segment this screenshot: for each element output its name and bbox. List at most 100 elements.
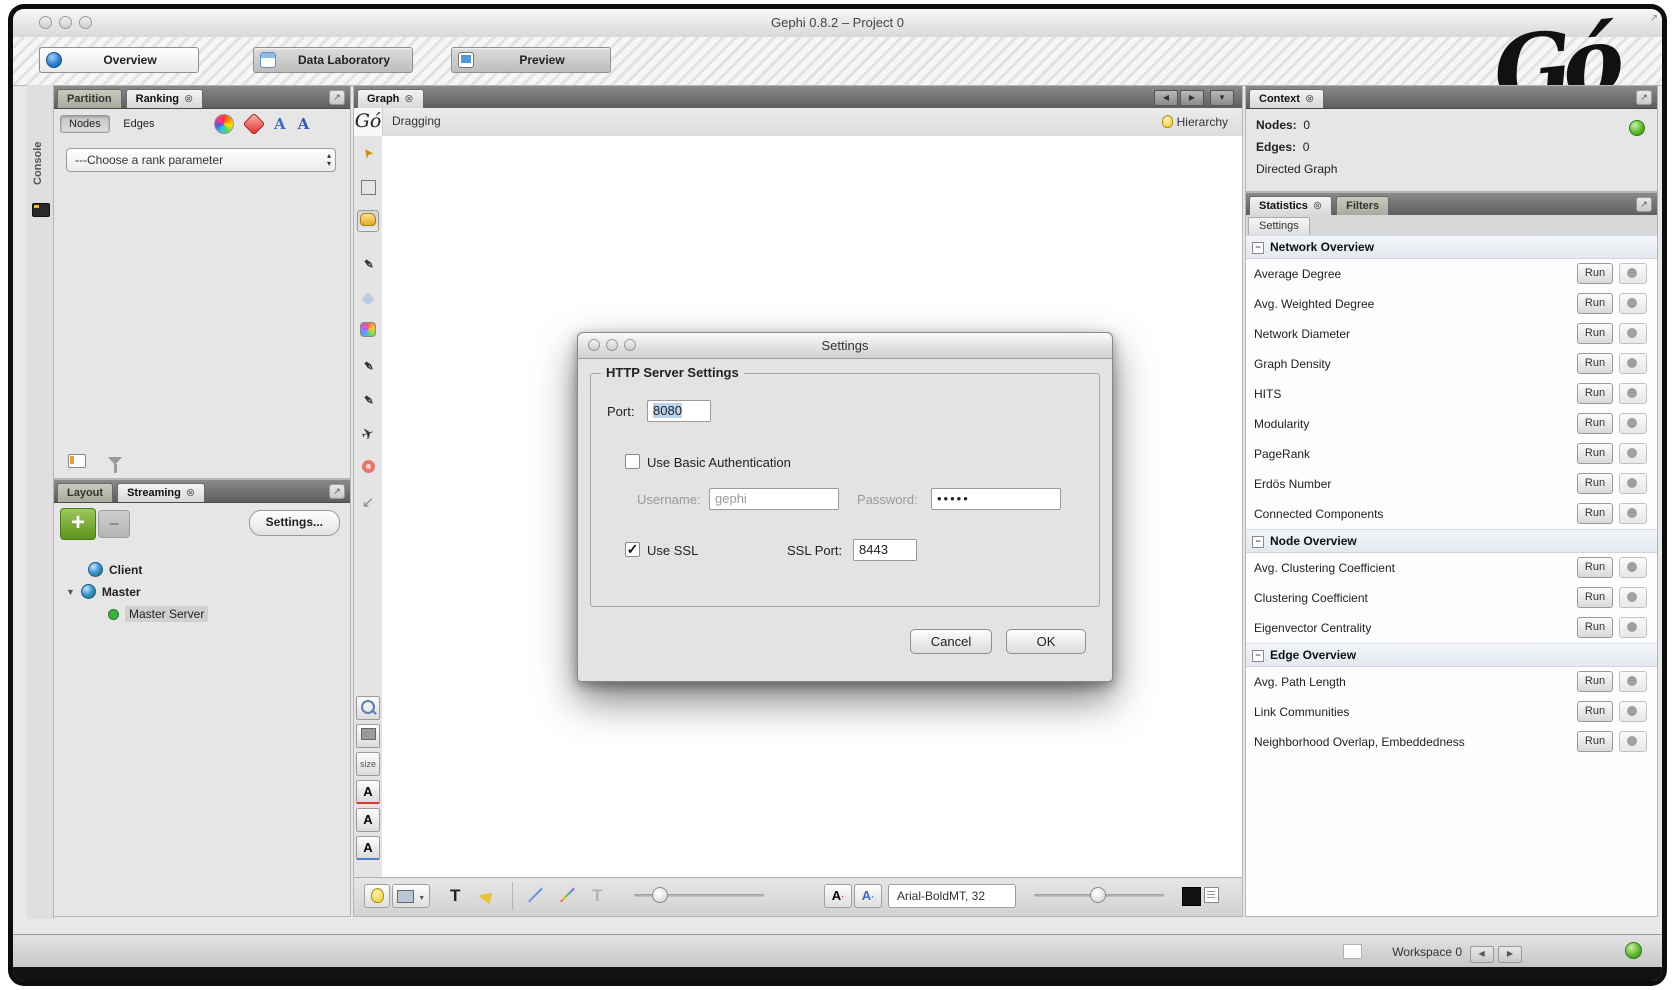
tab-layout[interactable]: Layout: [57, 483, 113, 502]
run-button[interactable]: Run: [1577, 701, 1613, 722]
subtab-settings[interactable]: Settings: [1248, 217, 1310, 236]
color-wheel-icon[interactable]: [214, 114, 234, 134]
reset-label-visible-button[interactable]: A: [356, 836, 380, 860]
rank-parameter-dropdown[interactable]: ---Choose a rank parameter ▴▾: [66, 148, 336, 172]
network-status-icon[interactable]: [1625, 942, 1642, 959]
edge-rainbow-color-button[interactable]: [558, 884, 573, 904]
node-pencil-icon[interactable]: ✒: [352, 351, 383, 382]
result-table-icon[interactable]: [68, 454, 86, 468]
stat-section-header[interactable]: −Node Overview: [1246, 529, 1657, 553]
port-input[interactable]: 8080: [647, 400, 711, 422]
background-color-button[interactable]: [364, 884, 390, 908]
shortest-path-plane-icon[interactable]: ✈: [354, 421, 382, 449]
tab-statistics[interactable]: Statistics⊗: [1249, 196, 1332, 215]
stat-section-header[interactable]: −Edge Overview: [1246, 643, 1657, 667]
hierarchy-toggle[interactable]: Hierarchy: [1162, 113, 1228, 129]
sizer-diamond-icon[interactable]: ◆: [357, 288, 379, 310]
float-window-icon[interactable]: ↗: [329, 484, 345, 499]
heatmap-tool-icon[interactable]: [357, 458, 379, 480]
tab-partition[interactable]: Partition: [57, 89, 122, 108]
close-icon[interactable]: ⊗: [184, 93, 193, 105]
center-graph-dropdown[interactable]: ▼: [392, 884, 430, 908]
username-input[interactable]: gephi: [709, 488, 839, 510]
tab-context[interactable]: Context⊗: [1249, 89, 1324, 108]
run-button[interactable]: Run: [1577, 557, 1613, 578]
run-button[interactable]: Run: [1577, 473, 1613, 494]
report-button[interactable]: [1619, 587, 1647, 608]
run-button[interactable]: Run: [1577, 353, 1613, 374]
stream-settings-button[interactable]: Settings...: [249, 510, 340, 536]
show-edge-labels-toggle[interactable]: T: [592, 886, 602, 906]
report-button[interactable]: [1619, 473, 1647, 494]
preview-button[interactable]: Preview: [451, 47, 611, 73]
report-button[interactable]: [1619, 617, 1647, 638]
nodes-button[interactable]: Nodes: [60, 115, 110, 133]
use-ssl-checkbox[interactable]: ✓: [625, 542, 640, 557]
slider-knob[interactable]: [652, 887, 668, 903]
label-size-a-icon[interactable]: A: [274, 115, 286, 133]
edit-tool-icon[interactable]: ↙: [357, 492, 379, 514]
report-button[interactable]: [1619, 443, 1647, 464]
password-input[interactable]: •••••: [931, 488, 1061, 510]
reset-size-button[interactable]: size: [356, 752, 380, 776]
tab-ranking[interactable]: Ranking⊗: [126, 89, 204, 108]
label-size-slider[interactable]: [1034, 894, 1164, 897]
run-button[interactable]: Run: [1577, 671, 1613, 692]
edge-pencil-icon[interactable]: ✒: [352, 385, 383, 416]
painter-tool-icon[interactable]: ✒: [352, 249, 383, 280]
console-tab[interactable]: Console: [32, 125, 44, 185]
remove-stream-button[interactable]: –: [98, 510, 130, 538]
slider-knob[interactable]: [1090, 887, 1106, 903]
collapse-icon[interactable]: −: [1252, 242, 1264, 254]
report-button[interactable]: [1619, 503, 1647, 524]
report-button[interactable]: [1619, 383, 1647, 404]
run-button[interactable]: Run: [1577, 731, 1613, 752]
edge-weight-slider[interactable]: [634, 894, 764, 897]
workspace-next-button[interactable]: ▶: [1498, 946, 1522, 963]
run-button[interactable]: Run: [1577, 617, 1613, 638]
label-color-swatch[interactable]: [1182, 887, 1201, 906]
show-node-labels-toggle[interactable]: T: [450, 886, 460, 906]
console-window-icon[interactable]: [32, 203, 50, 217]
drag-tool-button[interactable]: [357, 210, 379, 232]
run-button[interactable]: Run: [1577, 263, 1613, 284]
collapse-icon[interactable]: −: [1252, 536, 1264, 548]
show-edges-toggle[interactable]: [478, 888, 491, 906]
tab-graph[interactable]: Graph⊗: [357, 89, 424, 108]
run-button[interactable]: Run: [1577, 413, 1613, 434]
close-icon[interactable]: ⊗: [186, 487, 195, 499]
add-stream-button[interactable]: +: [60, 508, 96, 540]
close-icon[interactable]: ⊗: [1305, 93, 1314, 105]
dialog-title-bar[interactable]: Settings: [578, 333, 1112, 359]
workspace-prev-button[interactable]: ◀: [1470, 946, 1494, 963]
report-button[interactable]: [1619, 323, 1647, 344]
run-button[interactable]: Run: [1577, 293, 1613, 314]
run-button[interactable]: Run: [1577, 503, 1613, 524]
label-color-a-icon[interactable]: A: [298, 115, 310, 133]
reset-zoom-button[interactable]: [356, 696, 380, 720]
report-button[interactable]: [1619, 263, 1647, 284]
run-button[interactable]: Run: [1577, 323, 1613, 344]
edge-color-mode-button[interactable]: [526, 884, 541, 904]
tab-streaming[interactable]: Streaming⊗: [117, 483, 205, 502]
run-button[interactable]: Run: [1577, 443, 1613, 464]
float-window-icon[interactable]: ↗: [1636, 90, 1652, 105]
label-attributes-button[interactable]: [1204, 885, 1219, 906]
window-resize-icon[interactable]: ↗: [1650, 13, 1658, 24]
report-button[interactable]: [1619, 671, 1647, 692]
float-window-icon[interactable]: ↗: [1636, 197, 1652, 212]
font-selector[interactable]: Arial-BoldMT, 32: [888, 884, 1016, 908]
report-button[interactable]: [1619, 293, 1647, 314]
reset-label-colors-button[interactable]: A: [356, 780, 380, 804]
node-label-size-button[interactable]: A·: [824, 884, 852, 908]
float-window-icon[interactable]: ↗: [329, 90, 345, 105]
title-bar[interactable]: Gephi 0.8.2 – Project 0: [13, 9, 1662, 38]
tabs-scroll-right-button[interactable]: ▶: [1180, 90, 1204, 106]
close-icon[interactable]: ⊗: [1313, 200, 1322, 212]
tree-item-master[interactable]: ▼ Master: [66, 584, 141, 599]
stat-section-header[interactable]: −Network Overview: [1246, 235, 1657, 259]
report-button[interactable]: [1619, 557, 1647, 578]
run-button[interactable]: Run: [1577, 383, 1613, 404]
tree-item-client[interactable]: Client: [88, 562, 142, 577]
edges-button[interactable]: Edges: [114, 115, 163, 133]
